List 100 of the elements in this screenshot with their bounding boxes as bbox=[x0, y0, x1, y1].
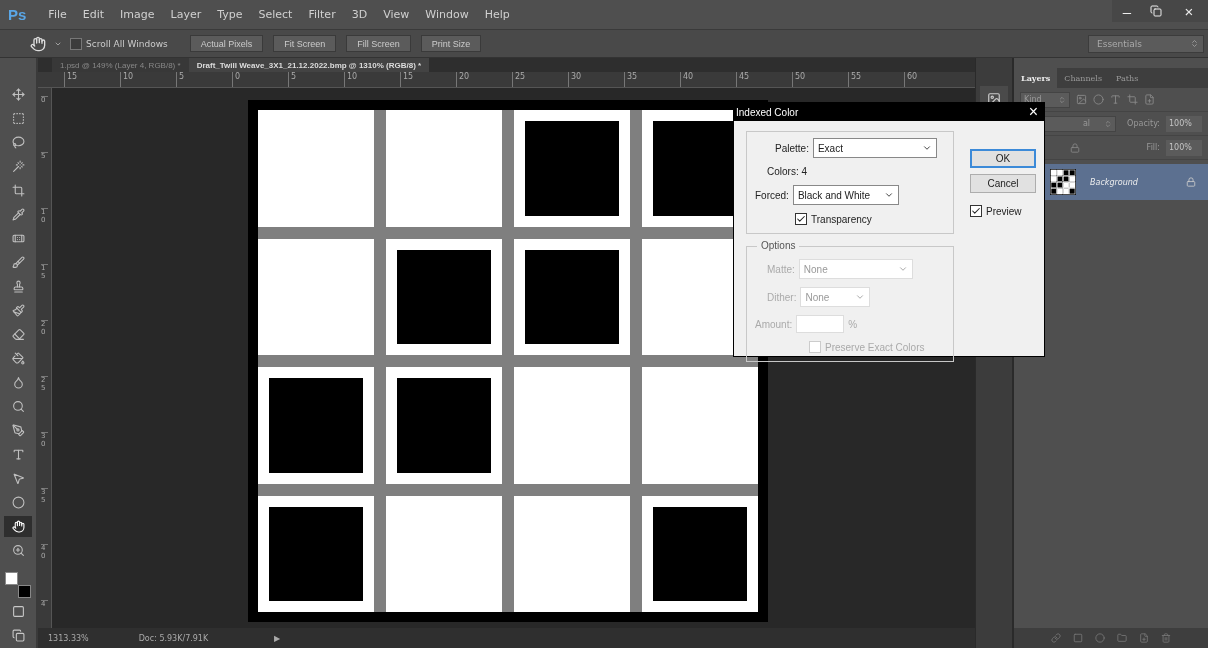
paintbrush-icon[interactable] bbox=[11, 304, 25, 317]
cancel-button[interactable]: Cancel bbox=[970, 174, 1036, 193]
percent-label: % bbox=[848, 318, 858, 330]
ruler-number: 40 bbox=[680, 72, 736, 87]
panel-tab[interactable]: Paths bbox=[1109, 68, 1146, 88]
menu-item[interactable]: Filter bbox=[300, 8, 344, 21]
matte-value: None bbox=[803, 263, 828, 275]
menu-item[interactable]: 3D bbox=[343, 8, 376, 21]
dither-label: Dither: bbox=[767, 291, 797, 303]
ruler-number: 60 bbox=[904, 72, 960, 87]
checkbox[interactable] bbox=[70, 37, 82, 50]
checkbox[interactable] bbox=[795, 213, 807, 225]
ruler-number: 0 bbox=[232, 72, 288, 87]
status-menu-button[interactable]: ▶ bbox=[268, 632, 287, 644]
workspace-select[interactable]: Essentials bbox=[1088, 34, 1204, 53]
ruler-number: 20 bbox=[456, 72, 512, 87]
zoom-icon[interactable] bbox=[11, 544, 25, 557]
checkbox-label: Preview bbox=[986, 205, 1022, 217]
opacity-label: Opacity: bbox=[1127, 119, 1160, 128]
droplet-icon[interactable] bbox=[11, 376, 25, 389]
layer-name: Background bbox=[1090, 177, 1139, 187]
menu-item[interactable]: Help bbox=[476, 8, 518, 21]
minimize-button[interactable]: – bbox=[1112, 0, 1142, 22]
brush-icon[interactable] bbox=[11, 256, 25, 269]
caret-icon bbox=[921, 143, 932, 153]
wand-icon[interactable] bbox=[11, 160, 25, 173]
move-icon[interactable] bbox=[11, 88, 25, 101]
menu-item[interactable]: Type bbox=[209, 8, 251, 21]
menu-item[interactable]: File bbox=[40, 8, 75, 21]
stamp-icon[interactable] bbox=[11, 280, 25, 293]
hand-icon[interactable] bbox=[11, 520, 25, 533]
caret-icon bbox=[1190, 39, 1199, 48]
forced-label: Forced: bbox=[755, 189, 789, 201]
checkbox-label: Scroll All Windows bbox=[86, 38, 168, 49]
lasso-icon[interactable] bbox=[11, 136, 25, 149]
bandage-icon[interactable] bbox=[11, 232, 25, 245]
caret-icon bbox=[1058, 95, 1066, 104]
caret-icon bbox=[897, 264, 908, 274]
ellipse-icon[interactable] bbox=[11, 496, 25, 509]
ruler-number: 55 bbox=[848, 72, 904, 87]
menu-item[interactable]: Layer bbox=[162, 8, 210, 21]
caret-icon bbox=[855, 292, 866, 302]
dialog-title: Indexed Color bbox=[736, 106, 799, 118]
menu-item[interactable]: Select bbox=[250, 8, 301, 21]
caret-icon bbox=[1104, 119, 1112, 128]
menu-item[interactable]: Image bbox=[112, 8, 163, 21]
document-size: Doc: 5.93K/7.91K bbox=[138, 633, 209, 643]
background-swatch[interactable] bbox=[18, 585, 31, 598]
ruler-number: 25 bbox=[512, 72, 568, 87]
document-tab[interactable]: 1.psd @ 149% (Layer 4, RGB/8) * bbox=[52, 58, 189, 72]
opacity-field[interactable]: 100% bbox=[1166, 115, 1202, 132]
ruler-number: 15 bbox=[64, 72, 120, 87]
colors-count: Colors: 4 bbox=[767, 166, 807, 177]
palette-select[interactable]: Exact bbox=[812, 138, 937, 158]
hand-icon[interactable] bbox=[30, 35, 46, 52]
ruler-number: 50 bbox=[792, 72, 848, 87]
zoom-button[interactable]: Actual Pixels bbox=[189, 35, 264, 52]
zoom-button[interactable]: Print Size bbox=[420, 35, 482, 52]
checkbox-label: Transparency bbox=[811, 213, 872, 225]
quick-mask-icon[interactable] bbox=[11, 605, 25, 618]
matte-label: Matte: bbox=[767, 263, 795, 275]
restore-icon bbox=[1150, 5, 1162, 17]
fill-label: Fill: bbox=[1146, 143, 1160, 152]
ruler-number: 35 bbox=[624, 72, 680, 87]
type-filter-icon[interactable] bbox=[1110, 94, 1121, 105]
checkbox-label: Preserve Exact Colors bbox=[825, 341, 925, 353]
forced-value: Black and White bbox=[797, 189, 871, 201]
zoom-button[interactable]: Fit Screen bbox=[273, 35, 337, 52]
text-tool-icon[interactable] bbox=[11, 448, 25, 461]
eraser-icon[interactable] bbox=[11, 328, 25, 341]
menu-item[interactable]: Edit bbox=[74, 8, 113, 21]
check-icon bbox=[971, 206, 981, 216]
pointer-icon[interactable] bbox=[11, 472, 25, 485]
palette-label: Palette: bbox=[775, 142, 809, 154]
forced-select[interactable]: Black and White bbox=[792, 185, 899, 205]
crop-icon[interactable] bbox=[11, 184, 25, 197]
menu-item[interactable]: View bbox=[375, 8, 418, 21]
panel-tab[interactable]: Channels bbox=[1057, 68, 1109, 88]
menu-item[interactable]: Window bbox=[417, 8, 477, 21]
amount-label: Amount: bbox=[755, 318, 793, 330]
close-button[interactable]: × bbox=[1170, 0, 1208, 22]
zoom-button[interactable]: Fill Screen bbox=[346, 35, 411, 52]
app-logo: Ps bbox=[8, 6, 27, 23]
marquee-icon[interactable] bbox=[11, 112, 25, 125]
trash-icon[interactable] bbox=[1161, 633, 1171, 643]
dither-value: None bbox=[805, 291, 830, 303]
layer-thumbnail bbox=[1050, 169, 1076, 195]
ruler-number: 5 bbox=[288, 72, 344, 87]
panel-tab[interactable]: Layers bbox=[1014, 68, 1058, 88]
fill-field[interactable]: 100% bbox=[1166, 139, 1202, 156]
ruler-number: 10 bbox=[344, 72, 400, 87]
pipette-icon[interactable] bbox=[11, 208, 25, 221]
checkbox[interactable] bbox=[970, 205, 982, 217]
ok-button[interactable]: OK bbox=[970, 149, 1036, 168]
magnifier-icon[interactable] bbox=[11, 400, 25, 413]
foreground-swatch[interactable] bbox=[5, 572, 18, 585]
pen-icon[interactable] bbox=[11, 424, 25, 437]
document-tab[interactable]: Draft_Twill Weave_3X1_21.12.2022.bmp @ 1310% (RGB/8) * bbox=[188, 58, 430, 72]
paint-bucket-icon[interactable] bbox=[11, 352, 25, 365]
screen-mode-icon[interactable] bbox=[11, 629, 25, 642]
